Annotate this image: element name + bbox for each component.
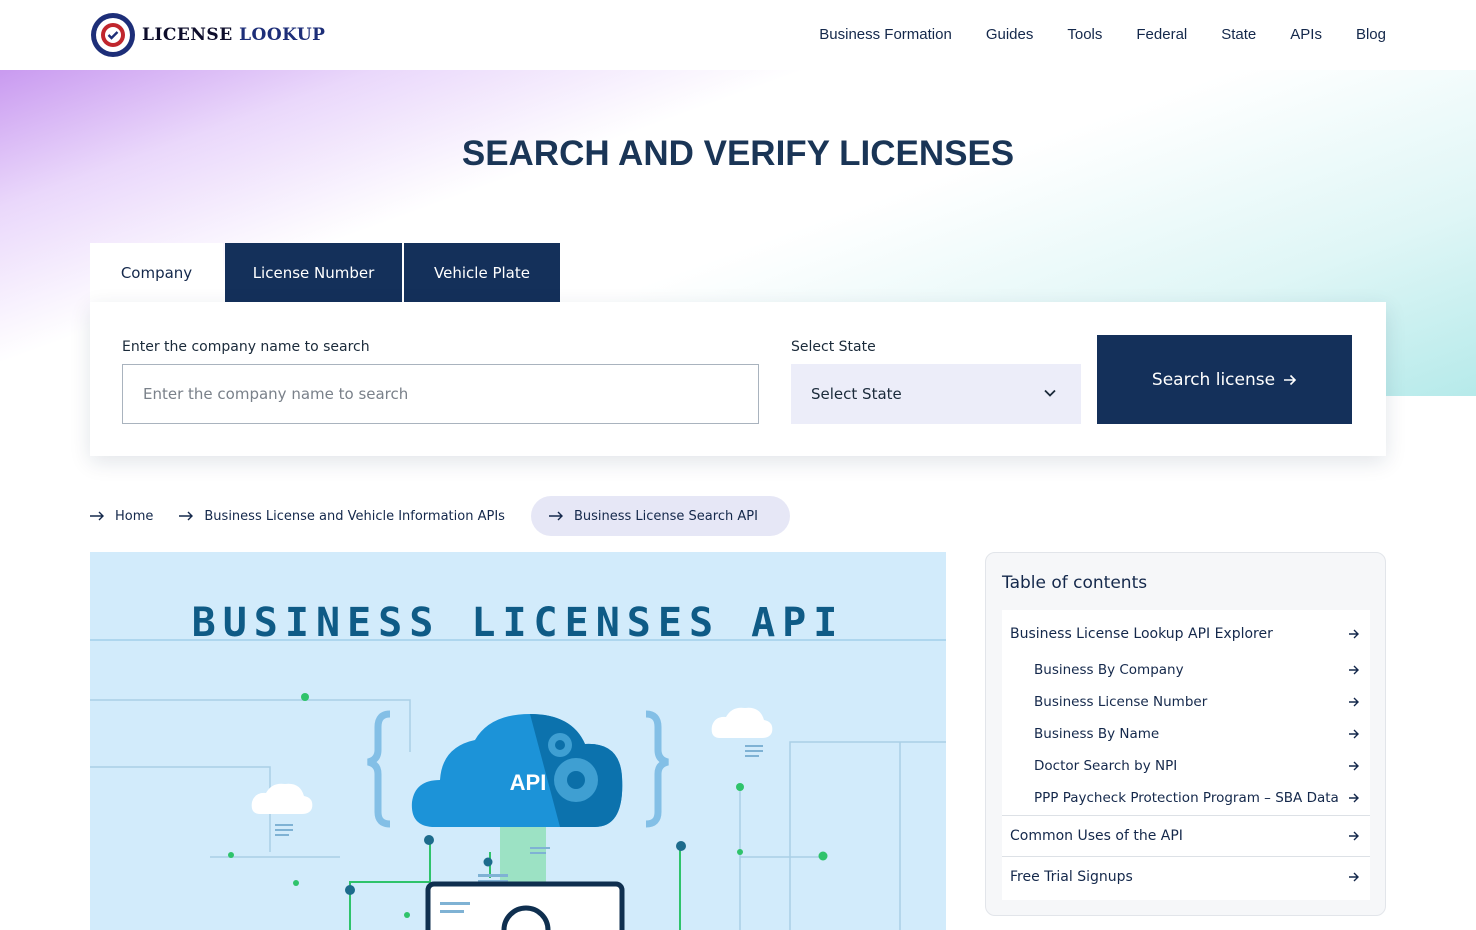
arrow-right-icon xyxy=(1349,761,1359,771)
breadcrumb-current: Business License Search API xyxy=(530,496,790,536)
search-license-button[interactable]: Search license xyxy=(1097,335,1352,424)
toc-item-label: Doctor Search by NPI xyxy=(1034,758,1178,774)
toc-item-label: Common Uses of the API xyxy=(1010,828,1183,844)
nav-federal[interactable]: Federal xyxy=(1136,26,1187,43)
arrow-right-icon xyxy=(1349,697,1359,707)
breadcrumb-label: Home xyxy=(115,508,154,524)
tab-license-number[interactable]: License Number xyxy=(225,243,402,303)
breadcrumb: Home Business License and Vehicle Inform… xyxy=(90,496,816,536)
chevron-down-icon xyxy=(1044,389,1056,397)
toc-item-label: Business By Company xyxy=(1034,662,1184,678)
toc-item-label: Free Trial Signups xyxy=(1010,869,1133,885)
toc-item-business-license-number[interactable]: Business License Number xyxy=(1002,690,1370,714)
toc-item-label: Business License Lookup API Explorer xyxy=(1010,626,1273,642)
toc-item-doctor-search-npi[interactable]: Doctor Search by NPI xyxy=(1002,754,1370,778)
main-nav: Business Formation Guides Tools Federal … xyxy=(819,26,1386,43)
arrow-right-icon xyxy=(1349,729,1359,739)
nav-state[interactable]: State xyxy=(1221,26,1256,43)
arrow-right-icon xyxy=(1349,872,1359,882)
logo-word-lookup: LOOKUP xyxy=(239,25,326,45)
arrow-right-icon xyxy=(179,511,194,521)
api-cloud-illustration: API xyxy=(90,639,946,930)
toc-item-label: Business License Number xyxy=(1034,694,1208,710)
arrow-right-icon xyxy=(1349,629,1359,639)
site-logo[interactable]: LICENSE LOOKUP xyxy=(90,12,325,58)
arrow-right-icon xyxy=(1349,831,1359,841)
arrow-right-icon xyxy=(1349,665,1359,675)
search-button-label: Search license xyxy=(1151,369,1276,390)
company-field-label: Enter the company name to search xyxy=(122,339,370,355)
tab-vehicle-plate[interactable]: Vehicle Plate xyxy=(404,243,560,303)
arrow-right-icon xyxy=(1349,793,1359,803)
state-select[interactable]: Select State xyxy=(791,364,1081,424)
toc-list: Business License Lookup API Explorer Bus… xyxy=(1002,610,1370,900)
arrow-right-icon xyxy=(1284,374,1297,385)
breadcrumb-label: Business License Search API xyxy=(573,508,758,524)
toc-item-api-explorer[interactable]: Business License Lookup API Explorer xyxy=(1002,622,1370,646)
toc-divider xyxy=(1002,856,1370,857)
logo-word-license: LICENSE xyxy=(142,25,233,45)
toc-item-business-by-company[interactable]: Business By Company xyxy=(1002,658,1370,682)
state-field-label: Select State xyxy=(791,339,876,355)
nav-blog[interactable]: Blog xyxy=(1356,26,1386,43)
nav-business-formation[interactable]: Business Formation xyxy=(819,26,952,43)
search-panel: Enter the company name to search Select … xyxy=(90,302,1386,456)
search-tabs: Company License Number Vehicle Plate xyxy=(90,243,562,303)
breadcrumb-label: Business License and Vehicle Information… xyxy=(204,508,505,524)
site-header: LICENSE LOOKUP Business Formation Guides… xyxy=(0,0,1476,70)
logo-wordmark: LICENSE LOOKUP xyxy=(142,25,325,45)
arrow-right-icon xyxy=(90,511,104,521)
license-seal-icon xyxy=(91,13,135,57)
arrow-right-icon xyxy=(548,511,563,521)
api-banner-image: BUSINESS LICENSES API API xyxy=(90,552,946,930)
toc-item-label: Business By Name xyxy=(1034,726,1160,742)
breadcrumb-home[interactable]: Home xyxy=(90,509,153,524)
toc-item-free-trial[interactable]: Free Trial Signups xyxy=(1002,864,1370,890)
nav-guides[interactable]: Guides xyxy=(986,26,1034,43)
page-title: SEARCH AND VERIFY LICENSES xyxy=(461,134,1015,173)
toc-divider xyxy=(1002,815,1370,816)
toc-item-label: PPP Paycheck Protection Program – SBA Da… xyxy=(1034,790,1339,806)
toc-title: Table of contents xyxy=(1002,573,1148,593)
breadcrumb-apis[interactable]: Business License and Vehicle Information… xyxy=(179,509,505,524)
table-of-contents: Table of contents Business License Looku… xyxy=(985,552,1386,916)
toc-item-ppp-sba-data[interactable]: PPP Paycheck Protection Program – SBA Da… xyxy=(1002,786,1370,810)
cloud-api-label: API xyxy=(510,770,547,795)
tab-company[interactable]: Company xyxy=(90,243,223,303)
state-select-value: Select State xyxy=(811,385,902,403)
toc-item-business-by-name[interactable]: Business By Name xyxy=(1002,722,1370,746)
toc-item-common-uses[interactable]: Common Uses of the API xyxy=(1002,823,1370,849)
company-search-input[interactable] xyxy=(122,364,759,424)
nav-tools[interactable]: Tools xyxy=(1067,26,1102,43)
nav-apis[interactable]: APIs xyxy=(1290,26,1322,43)
